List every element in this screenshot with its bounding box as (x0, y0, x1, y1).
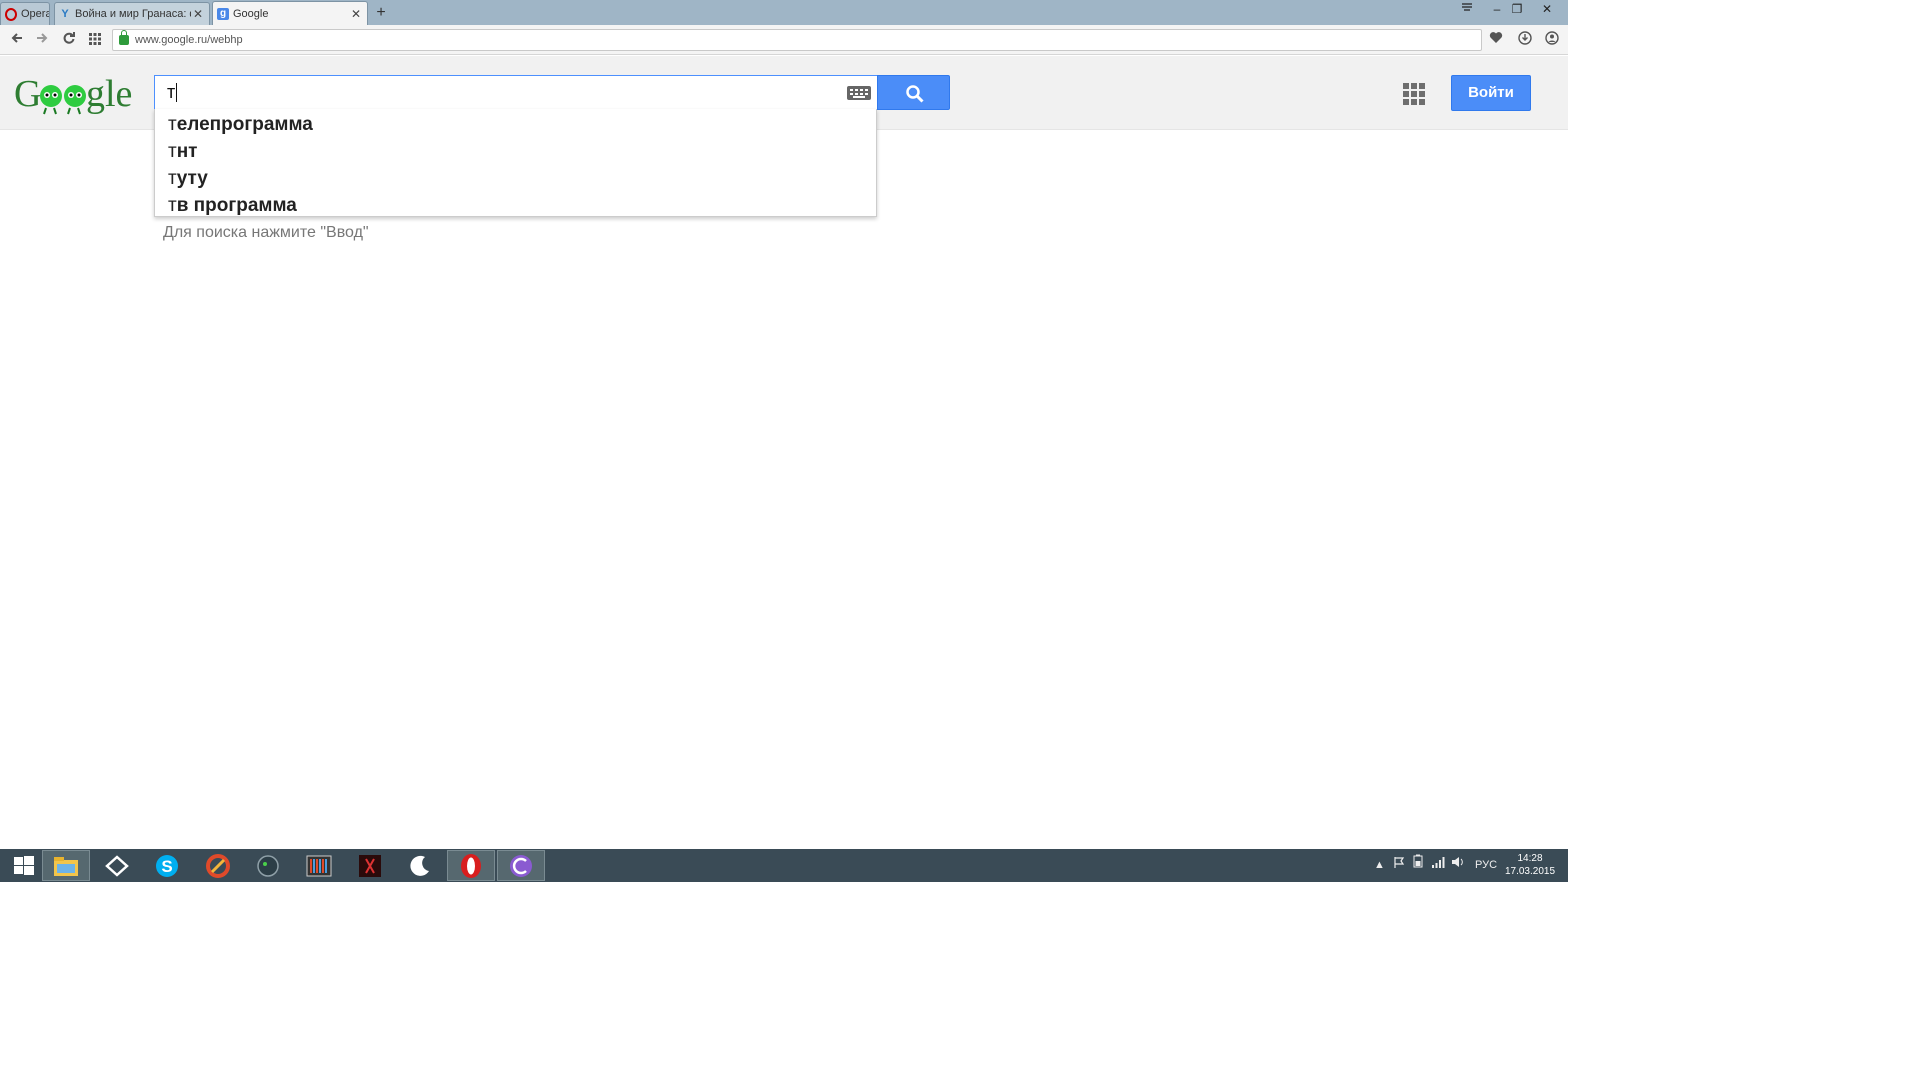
system-clock[interactable]: 14:28 17.03.2015 (1500, 852, 1560, 878)
tray-expand-icon[interactable]: ▲ (1374, 849, 1385, 882)
apps-grid-icon[interactable] (1403, 83, 1425, 105)
suggestion-typed: т (168, 168, 177, 189)
download-icon[interactable] (1516, 31, 1534, 49)
forward-icon[interactable] (33, 31, 51, 49)
suggestion-item[interactable]: тв программа (155, 192, 876, 219)
opera-taskbar-icon[interactable] (447, 850, 495, 881)
sign-in-button[interactable]: Войти (1451, 75, 1531, 111)
opera-menu-label: Opera (21, 8, 50, 20)
suggestion-completion: уту (176, 168, 208, 189)
autocomplete-dropdown: телепрограмма тнт туту тв программа (154, 109, 877, 217)
search-button[interactable] (877, 75, 950, 110)
search-input[interactable]: т (154, 75, 878, 110)
skype-icon[interactable]: S (143, 850, 191, 881)
volume-icon[interactable] (1451, 849, 1465, 882)
reload-icon[interactable] (60, 31, 78, 49)
crescent-app-icon[interactable] (396, 850, 444, 881)
search-hint: Для поиска нажмите "Ввод" (163, 224, 369, 241)
restore-icon[interactable]: ❐ (1504, 0, 1530, 20)
start-button[interactable] (0, 850, 48, 881)
address-url: www.google.ru/webhp (135, 34, 243, 46)
action-center-flag-icon[interactable] (1393, 849, 1405, 882)
ccleaner-icon[interactable] (194, 850, 242, 881)
browser-toolbar: www.google.ru/webhp (0, 25, 1568, 55)
account-icon[interactable] (1543, 31, 1561, 49)
suggestion-completion: нт (176, 141, 198, 162)
opera-menu-button[interactable]: Opera (0, 2, 50, 25)
windows-taskbar: S ▲ РУС 14:28 17.03.2015 (0, 849, 1568, 882)
suggestion-completion: елепрограмма (176, 114, 313, 135)
tab-title: Google (233, 7, 269, 20)
lock-icon (119, 30, 129, 45)
file-explorer-icon[interactable] (42, 850, 90, 881)
browser-c-icon[interactable] (497, 850, 545, 881)
svg-text:G: G (14, 73, 41, 115)
suggestion-item[interactable]: туту (155, 165, 876, 192)
teamviewer-icon[interactable] (93, 850, 141, 881)
google-doodle-logo[interactable]: G gle (14, 72, 134, 118)
back-icon[interactable] (8, 31, 26, 49)
signal-icon[interactable] (1431, 849, 1445, 882)
clock-time: 14:28 (1517, 853, 1543, 864)
keyboard-icon[interactable] (847, 86, 871, 100)
close-icon[interactable]: ✕ (191, 7, 205, 21)
opera-icon (5, 7, 17, 21)
yandex-icon: Y (61, 8, 69, 20)
window-close-icon[interactable]: ✕ (1534, 0, 1560, 20)
suggestion-typed: т (168, 195, 177, 216)
tab-title: Война и мир Гранаса: фи (75, 8, 191, 20)
browser-tab-strip: Opera Y Война и мир Гранаса: фи ✕ g Goog… (0, 0, 1568, 25)
windows-logo-icon (14, 855, 34, 875)
heart-icon[interactable] (1487, 31, 1505, 49)
media-player-icon[interactable] (244, 850, 292, 881)
close-icon[interactable]: ✕ (349, 7, 363, 21)
address-bar[interactable]: www.google.ru/webhp (112, 29, 1482, 51)
game-app-icon[interactable] (346, 850, 394, 881)
search-query: т (167, 82, 176, 102)
new-tab-button[interactable]: + (373, 4, 389, 22)
text-caret (176, 83, 178, 102)
library-app-icon[interactable] (295, 850, 343, 881)
suggestion-item[interactable]: тнт (155, 138, 876, 165)
search-icon (906, 85, 924, 103)
svg-text:S: S (161, 857, 172, 876)
clock-date: 17.03.2015 (1504, 866, 1556, 877)
tab-voina-i-mir[interactable]: Y Война и мир Гранаса: фи ✕ (54, 2, 210, 25)
google-icon: g (217, 7, 229, 20)
suggestion-typed: т (168, 141, 177, 162)
suggestion-completion: в программа (176, 195, 297, 216)
tab-google[interactable]: g Google ✕ (212, 1, 368, 25)
suggestion-item[interactable]: телепрограмма (155, 111, 876, 138)
battery-icon[interactable] (1412, 849, 1424, 882)
svg-text:gle: gle (86, 73, 132, 115)
speed-dial-icon[interactable] (86, 31, 104, 49)
tab-menu-icon[interactable] (1454, 0, 1480, 20)
language-indicator[interactable]: РУС (1475, 849, 1497, 882)
suggestion-typed: т (168, 114, 177, 135)
